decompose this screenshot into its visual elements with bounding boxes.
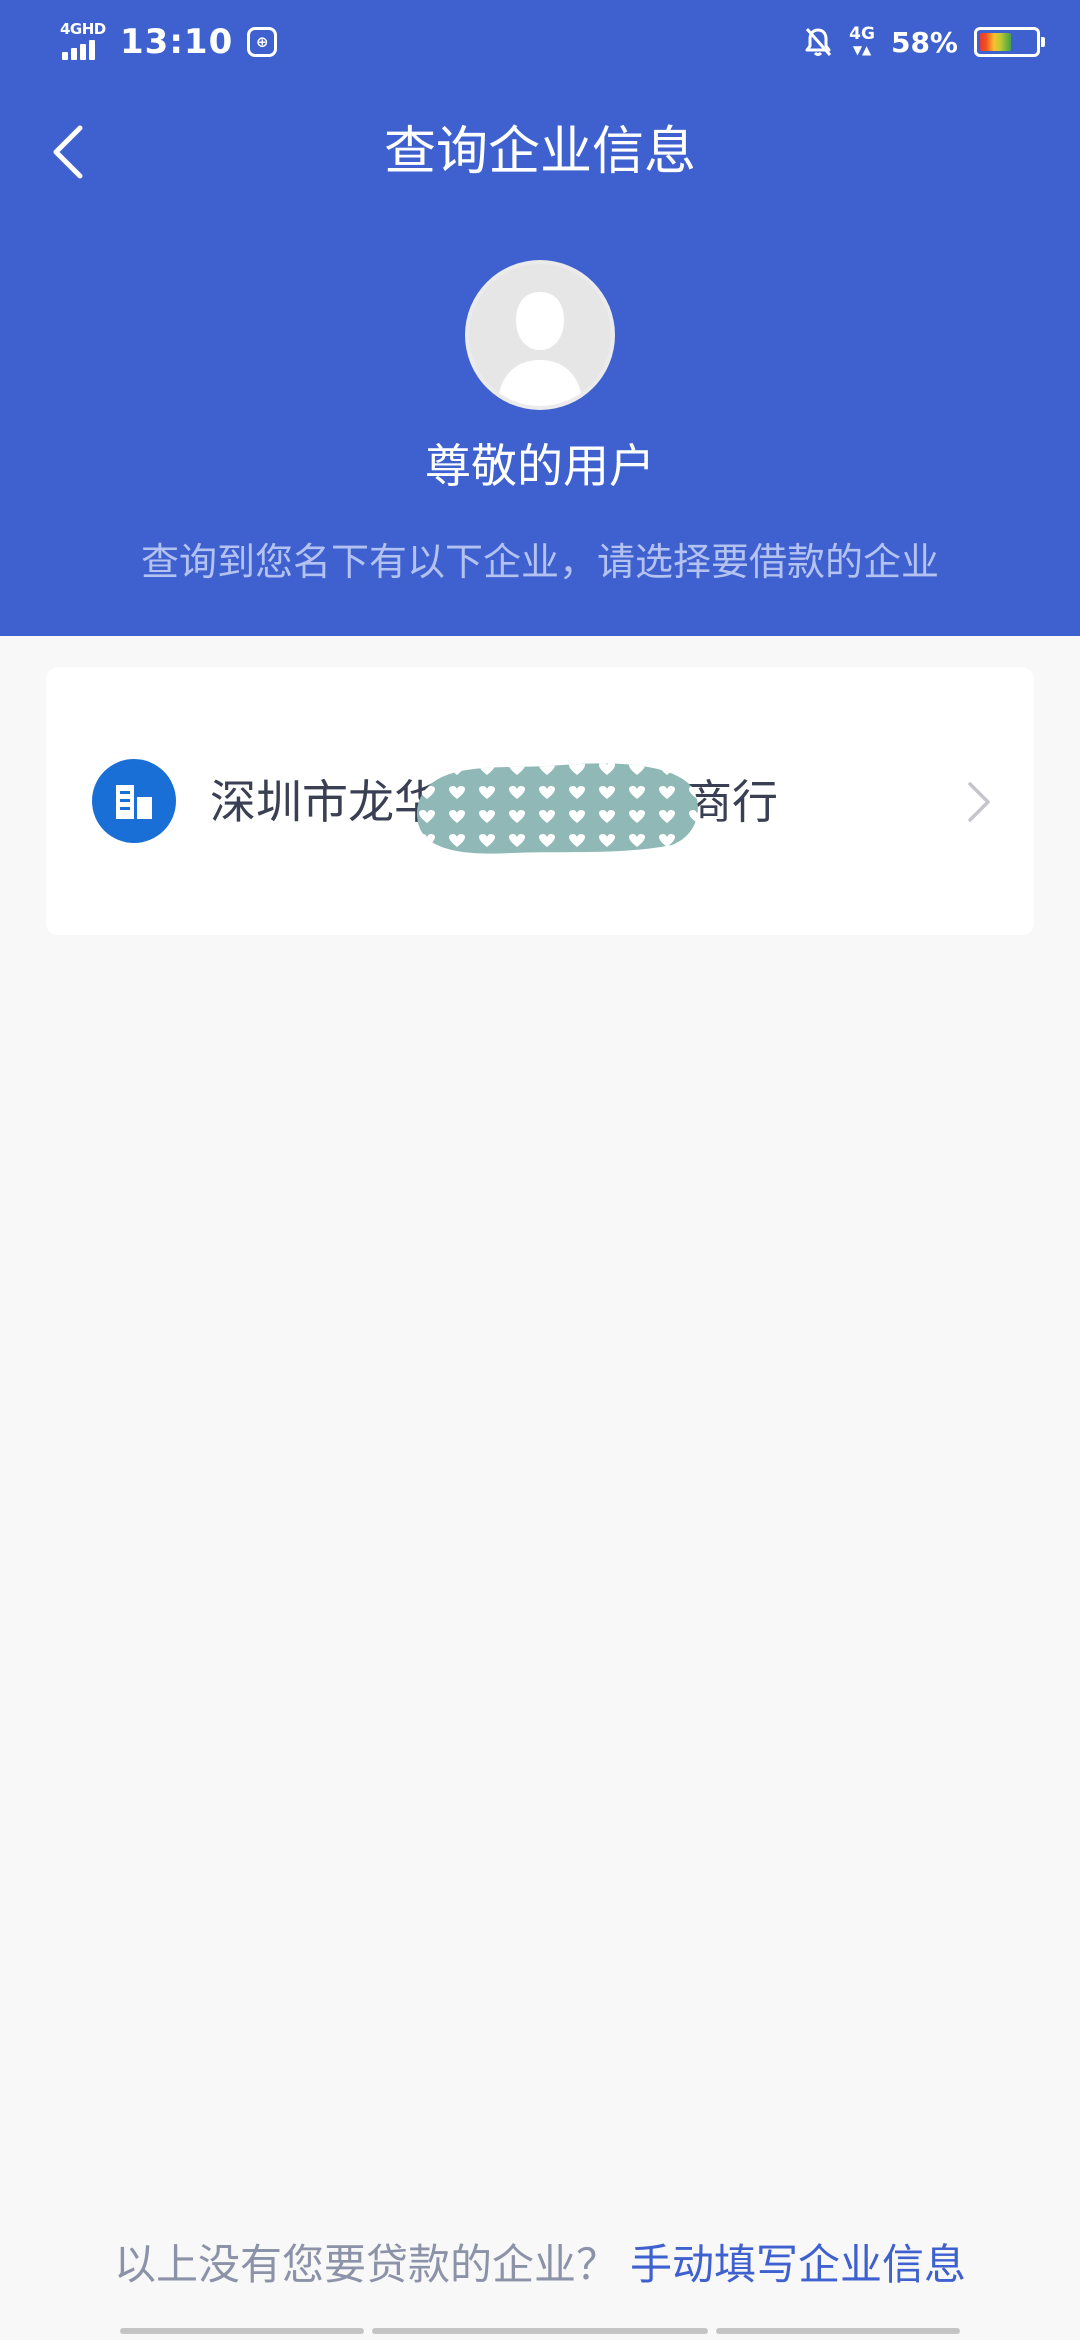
nav-indicator: [716, 2328, 960, 2334]
status-time: 13:10: [120, 22, 234, 62]
bell-off-icon: [805, 28, 832, 56]
status-bar: 4GHD 13:10 ⊕ 4G ▼▲ 58%: [0, 0, 1080, 84]
page-title: 查询企业信息: [383, 122, 696, 182]
header-subtitle: 查询到您名下有以下企业，请选择要借款的企业: [140, 540, 939, 584]
header: 4GHD 13:10 ⊕ 4G ▼▲ 58% 查询企业信息 尊敬的用户 查询到您…: [0, 0, 1080, 636]
battery-percent: 58%: [890, 25, 958, 59]
nav-indicator: [372, 2328, 708, 2334]
user-name: 尊敬的用户: [425, 439, 655, 493]
manual-entry-link[interactable]: 手动填写企业信息: [630, 2240, 966, 2289]
footer-question: 以上没有您要贷款的企业？: [113, 2240, 618, 2289]
building-icon: [92, 759, 176, 843]
mobile-data-icon: 4G ▼▲: [849, 24, 875, 58]
footer: 以上没有您要贷款的企业？ 手动填写企业信息: [0, 2230, 1080, 2300]
avatar: [465, 260, 615, 410]
notification-app-icon: ⊕: [247, 27, 278, 57]
chevron-right-icon: [968, 782, 990, 822]
signal-icon: 4GHD: [60, 20, 106, 62]
battery-icon: [974, 27, 1045, 57]
user-silhouette-icon: [469, 264, 611, 406]
nav-indicator: [120, 2328, 364, 2334]
battery-level: [980, 33, 1012, 51]
redaction-mark: [416, 763, 698, 854]
company-item[interactable]: 深圳市龙华 商行: [46, 667, 1034, 935]
company-name-prefix: 深圳市龙华: [210, 775, 440, 829]
